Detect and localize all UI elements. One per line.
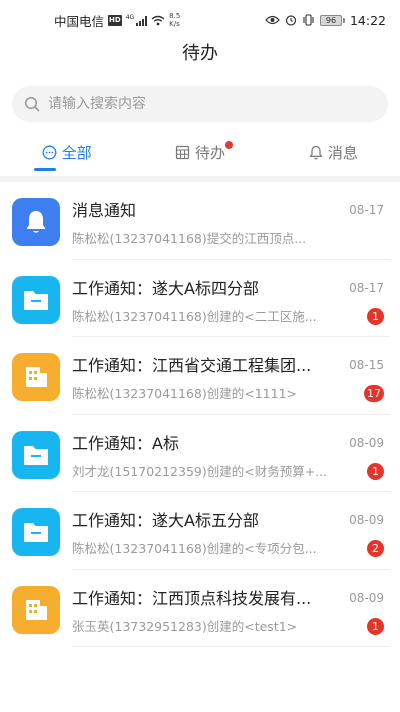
item-date: 08-17	[349, 280, 384, 295]
item-title: 工作通知：遂大A标四分部	[72, 278, 259, 298]
item-date: 08-15	[349, 358, 384, 372]
unread-badge: 1	[367, 617, 384, 635]
tab-all-label: 全部	[61, 143, 92, 162]
folder-icon	[12, 508, 60, 556]
unread-badge: 1	[367, 307, 384, 325]
item-subtitle: 陈松松(13237041168)创建的<1111>	[72, 386, 297, 401]
search-input[interactable]	[48, 96, 348, 112]
item-subtitle: 张玉英(13732951283)创建的<test1>	[72, 618, 298, 634]
vibrate-icon	[303, 14, 314, 26]
list-item[interactable]: 消息通知 08-17 陈松松(13237041168)提交的江西顶点...	[0, 182, 400, 260]
alarm-icon	[285, 15, 297, 26]
unread-badge: 1	[367, 462, 384, 480]
clock-time: 14:22	[349, 12, 386, 28]
tab-messages[interactable]: 消息	[267, 134, 400, 170]
search-bar[interactable]	[12, 86, 388, 122]
network-speed: 8.5 K/s	[169, 12, 181, 28]
item-subtitle: 陈松松(13237041168)创建的<二工区施...	[72, 308, 317, 324]
item-subtitle: 陈松松(13237041168)创建的<专项分包...	[72, 541, 317, 556]
page-title: 待办	[182, 43, 218, 64]
battery-icon: 96	[319, 14, 345, 26]
tab-todo[interactable]: 待办	[133, 134, 266, 170]
search-icon	[24, 96, 40, 112]
item-date: 08-09	[349, 513, 384, 527]
item-date: 08-09	[349, 435, 384, 450]
eye-icon	[265, 15, 280, 25]
item-title: 工作通知：遂大A标五分部	[72, 511, 259, 530]
item-subtitle: 刘才龙(15170212359)创建的<财务预算+...	[72, 463, 328, 479]
item-title: 消息通知	[72, 201, 137, 220]
item-title: 工作通知：江西省交通工程集团...	[72, 356, 312, 375]
status-left: 中国电信 HD 4G 8.5 K/s	[54, 11, 180, 30]
item-date: 08-17	[349, 203, 384, 217]
item-subtitle: 陈松松(13237041168)提交的江西顶点...	[72, 231, 307, 246]
tab-todo-label: 待办	[194, 143, 225, 162]
list-item[interactable]: 工作通知：A标 08-09 刘才龙(15170212359)创建的<财务预算+.…	[0, 415, 400, 492]
hd-badge: HD	[108, 14, 122, 26]
item-title: 工作通知：江西顶点科技发展有...	[72, 588, 312, 608]
building-icon	[12, 585, 60, 634]
signal-icon: 4G	[125, 13, 148, 26]
unread-badge: 17	[364, 385, 384, 402]
carrier-label: 中国电信	[54, 13, 105, 29]
list-item[interactable]: 工作通知：遂大A标四分部 08-17 陈松松(13237041168)创建的<二…	[0, 260, 400, 337]
tab-active-indicator	[33, 168, 56, 171]
list-item[interactable]: 工作通知：遂大A标五分部 08-09 陈松松(13237041168)创建的<专…	[0, 492, 400, 570]
list-item[interactable]: 工作通知：江西顶点科技发展有... 08-09 张玉英(13732951283)…	[0, 570, 400, 647]
folder-icon	[12, 275, 60, 324]
tab-all[interactable]: 全部	[0, 134, 133, 171]
notification-list: 消息通知 08-17 陈松松(13237041168)提交的江西顶点... 工作…	[0, 182, 400, 647]
status-bar: 中国电信 HD 4G 8.5 K/s 96 14:22	[0, 0, 400, 40]
tab-bar: 全部 待办 消息	[0, 134, 400, 171]
building-icon	[12, 353, 60, 401]
folder-icon	[12, 430, 60, 479]
item-date: 08-09	[349, 590, 384, 605]
bell-icon	[12, 198, 60, 246]
dots-circle-icon	[42, 145, 57, 159]
todo-unread-dot	[225, 141, 233, 149]
calendar-icon	[175, 145, 190, 159]
unread-badge: 2	[367, 540, 384, 557]
item-title: 工作通知：A标	[72, 433, 179, 453]
item-divider	[72, 646, 390, 647]
tab-messages-label: 消息	[327, 143, 358, 162]
signal-label: 4G	[125, 13, 135, 21]
status-right: 96 14:22	[265, 13, 386, 28]
wifi-icon	[151, 15, 165, 25]
bell-icon	[309, 145, 322, 159]
list-item[interactable]: 工作通知：江西省交通工程集团... 08-15 陈松松(13237041168)…	[0, 337, 400, 415]
